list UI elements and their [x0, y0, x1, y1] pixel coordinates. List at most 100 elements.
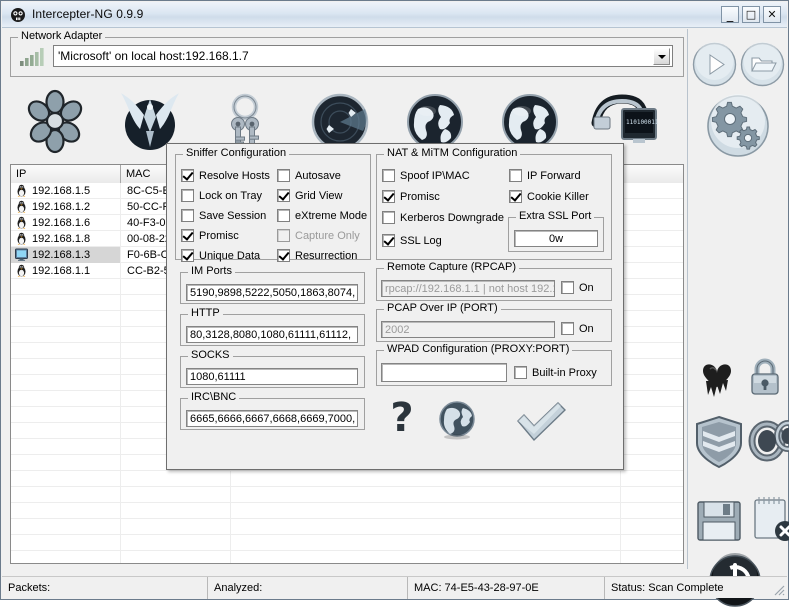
- clear-notepad-icon[interactable]: [747, 493, 789, 547]
- ssl-lock-icon[interactable]: [743, 353, 787, 405]
- irc-bnc-ports-input[interactable]: 6665,6666,6667,6668,6669,7000,: [186, 410, 358, 427]
- svg-text:110100011: 110100011: [626, 119, 659, 126]
- checkbox-resurrection[interactable]: Resurrection: [277, 249, 357, 262]
- table-row[interactable]: [11, 519, 683, 535]
- status-bar: Packets: Analyzed: MAC: 74-E5-43-28-97-0…: [2, 576, 787, 598]
- extra-ssl-port-caption: Extra SSL Port: [516, 211, 594, 222]
- signal-bars-icon: [19, 47, 49, 67]
- checkbox-rpcap-on[interactable]: On: [561, 281, 594, 294]
- checkbox-box[interactable]: [561, 281, 574, 294]
- checkbox-box[interactable]: [509, 169, 522, 182]
- settings-gears-icon[interactable]: [705, 93, 771, 159]
- bruteforce-rings-icon[interactable]: [747, 415, 789, 469]
- minimize-button[interactable]: _: [721, 6, 739, 23]
- host-ip: 192.168.1.8: [32, 233, 90, 245]
- checkbox-box[interactable]: [382, 234, 395, 247]
- host-mac: [121, 503, 231, 519]
- checkbox-cookie-killer[interactable]: Cookie Killer: [509, 190, 589, 203]
- apply-checkmark-icon[interactable]: [512, 399, 570, 443]
- host-ip-cell: 192.168.1.5: [11, 183, 121, 199]
- heartbleed-icon[interactable]: [693, 353, 741, 405]
- socks-ports-input[interactable]: 1080,61111: [186, 368, 358, 385]
- checkbox-box[interactable]: [277, 189, 290, 202]
- checkbox-pcap-over-ip-on[interactable]: On: [561, 322, 594, 335]
- checkbox-box[interactable]: [561, 322, 574, 335]
- im-ports-input[interactable]: 5190,9898,5222,5050,1863,8074,: [186, 284, 358, 301]
- checkbox-box[interactable]: [382, 211, 395, 224]
- table-row[interactable]: [11, 551, 683, 564]
- close-button[interactable]: ✕: [763, 6, 781, 23]
- table-row[interactable]: [11, 471, 683, 487]
- host-ip-cell: [11, 359, 121, 375]
- maximize-button[interactable]: □: [742, 6, 760, 23]
- host-ip-cell: [11, 487, 121, 503]
- table-row[interactable]: [11, 535, 683, 551]
- shield-icon[interactable]: [693, 413, 745, 471]
- checkbox-ip-forward[interactable]: IP Forward: [509, 169, 581, 182]
- host-last-cell: [621, 215, 683, 231]
- host-last-cell: [621, 455, 683, 471]
- checkbox-box[interactable]: [382, 169, 395, 182]
- checkbox-box[interactable]: [514, 366, 527, 379]
- host-ip-cell: [11, 551, 121, 565]
- checkbox-box[interactable]: [181, 229, 194, 242]
- checkbox-autosave[interactable]: Autosave: [277, 169, 341, 182]
- host-mac: [121, 471, 231, 487]
- checkbox-box[interactable]: [277, 209, 290, 222]
- checkbox-extreme-mode[interactable]: eXtreme Mode: [277, 209, 367, 222]
- chevron-down-icon[interactable]: [653, 48, 670, 65]
- window-title: Intercepter-NG 0.9.9: [32, 7, 143, 21]
- checkbox-label: SSL Log: [400, 235, 442, 247]
- checkbox-label: Resurrection: [295, 250, 357, 262]
- column-header-4[interactable]: [621, 165, 683, 183]
- checkbox-unique-data[interactable]: Unique Data: [181, 249, 260, 262]
- host-ip-cell: 192.168.1.1: [11, 263, 121, 279]
- checkbox-box[interactable]: [181, 209, 194, 222]
- checkbox-box[interactable]: [181, 169, 194, 182]
- checkbox-save-session[interactable]: Save Session: [181, 209, 266, 222]
- http-ports-input[interactable]: 80,3128,8080,1080,61111,61112,: [186, 326, 358, 343]
- rpcap-input[interactable]: rpcap://192.168.1.1 | not host 192.1: [381, 280, 555, 297]
- host-extra-cell: [231, 551, 621, 565]
- checkbox-resolve-hosts[interactable]: Resolve Hosts: [181, 169, 270, 182]
- resize-grip-icon[interactable]: [771, 582, 785, 596]
- messengers-flower-icon[interactable]: [18, 87, 92, 157]
- checkbox-promisc-nat[interactable]: Promisc: [382, 190, 440, 203]
- irc-bnc-ports-caption: IRC\BNC: [188, 392, 239, 403]
- table-row[interactable]: [11, 503, 683, 519]
- wpad-caption: WPAD Configuration (PROXY:PORT): [384, 344, 572, 355]
- checkbox-ssl-log[interactable]: SSL Log: [382, 234, 442, 247]
- column-header-ip[interactable]: IP: [11, 165, 121, 183]
- checkbox-label: On: [579, 282, 594, 294]
- checkbox-box[interactable]: [277, 169, 290, 182]
- checkbox-box[interactable]: [181, 189, 194, 202]
- host-ip-cell: [11, 535, 121, 551]
- windows-monitor-icon: [15, 248, 28, 261]
- globe-update-icon[interactable]: [435, 399, 479, 443]
- checkbox-box[interactable]: [277, 249, 290, 262]
- host-ip-cell: [11, 327, 121, 343]
- checkbox-box[interactable]: [181, 249, 194, 262]
- host-last-cell: [621, 407, 683, 423]
- checkbox-spoof-ip-mac[interactable]: Spoof IP\MAC: [382, 169, 470, 182]
- open-folder-icon[interactable]: [739, 41, 786, 88]
- checkbox-box[interactable]: [382, 190, 395, 203]
- checkbox-promisc-sniffer[interactable]: Promisc: [181, 229, 239, 242]
- checkbox-grid-view[interactable]: Grid View: [277, 189, 342, 202]
- checkbox-lock-on-tray[interactable]: Lock on Tray: [181, 189, 262, 202]
- help-question-icon[interactable]: ?: [382, 396, 422, 446]
- extra-ssl-port-input[interactable]: 0w: [514, 230, 598, 247]
- checkbox-box[interactable]: [509, 190, 522, 203]
- checkbox-builtin-proxy[interactable]: Built-in Proxy: [514, 366, 597, 379]
- start-play-icon[interactable]: [691, 41, 738, 88]
- pcap-over-ip-input[interactable]: 2002: [381, 321, 555, 338]
- host-ip-cell: [11, 343, 121, 359]
- checkbox-label: Save Session: [199, 210, 266, 222]
- save-floppy-icon[interactable]: [693, 497, 745, 545]
- wpad-input[interactable]: [381, 363, 507, 382]
- network-adapter-group: Network Adapter 'Microsoft' on local hos…: [10, 37, 684, 77]
- table-row[interactable]: [11, 487, 683, 503]
- network-adapter-combo[interactable]: 'Microsoft' on local host:192.168.1.7: [53, 45, 673, 67]
- minimize-icon: _: [722, 7, 738, 24]
- checkbox-kerberos-downgrade[interactable]: Kerberos Downgrade: [382, 211, 504, 224]
